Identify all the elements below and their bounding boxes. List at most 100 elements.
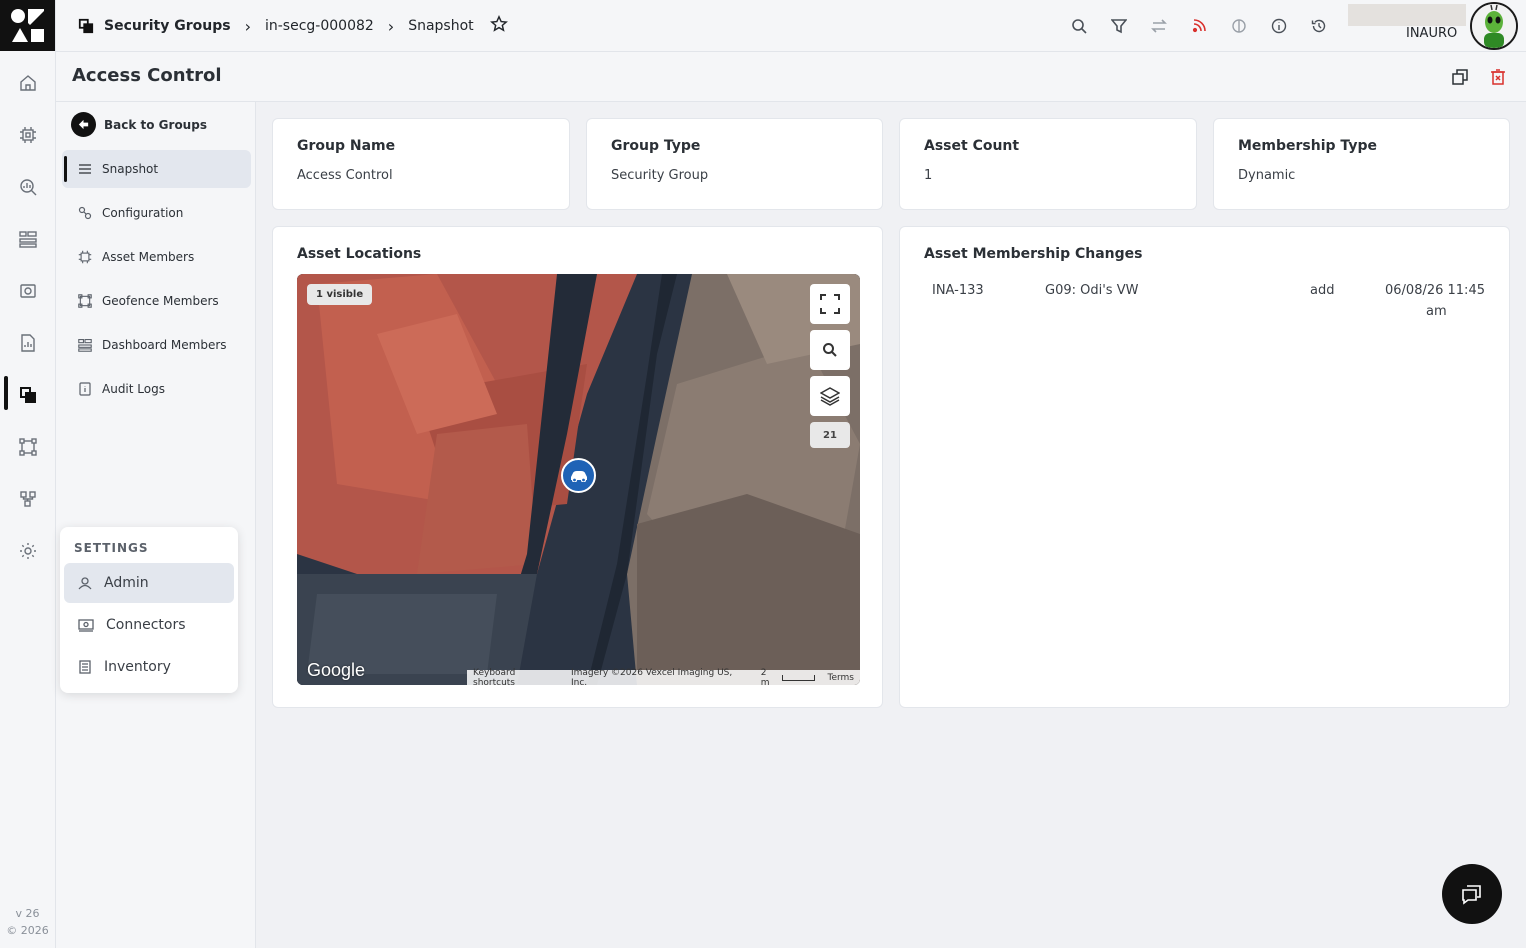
asset-name: G09: Odi's VW (1045, 283, 1139, 298)
layers-icon[interactable] (810, 376, 850, 416)
zoom-level: 21 (810, 422, 850, 448)
settings-item-admin[interactable]: Admin (64, 563, 234, 603)
settings-item-connectors[interactable]: Connectors (64, 605, 234, 645)
avatar[interactable] (1470, 2, 1518, 50)
report-icon[interactable] (14, 329, 42, 357)
group-subnav: Back to Groups Snapshot Configuration As… (56, 102, 256, 948)
history-icon[interactable] (1306, 13, 1332, 39)
card-title: Asset Locations (297, 246, 422, 262)
card-label: Asset Count (924, 138, 1020, 154)
dashboard-icon[interactable] (14, 225, 42, 253)
network-icon[interactable] (14, 485, 42, 513)
subnav-item-geofence-members[interactable]: Geofence Members (62, 282, 251, 320)
chat-button[interactable] (1442, 864, 1502, 924)
change-date: 06/08/26 11:45 (1385, 283, 1485, 298)
subnav-item-label: Geofence Members (102, 294, 219, 308)
settings-item-label: Admin (104, 575, 149, 591)
copy-icon[interactable] (1450, 67, 1470, 87)
card-label: Membership Type (1238, 138, 1377, 154)
settings-item-label: Inventory (104, 659, 171, 675)
chip-icon (78, 250, 92, 264)
geofence-icon[interactable] (14, 433, 42, 461)
vehicle-marker-icon[interactable] (561, 458, 596, 493)
analytics-icon[interactable] (14, 173, 42, 201)
top-actions (1066, 13, 1332, 39)
rss-icon[interactable] (1186, 13, 1212, 39)
chat-icon (1462, 885, 1481, 905)
subnav-item-configuration[interactable]: Configuration (62, 194, 251, 232)
version-label: v 26 (15, 907, 40, 920)
page-title: Access Control (72, 65, 222, 86)
home-icon[interactable] (14, 69, 42, 97)
settings-menu: SETTINGS Admin Connectors Inventory (60, 527, 238, 693)
delete-icon[interactable] (1488, 67, 1508, 87)
breadcrumb-current-page: Snapshot (408, 18, 474, 34)
admin-icon (78, 577, 92, 590)
settings-icon[interactable] (14, 537, 42, 565)
subnav-item-label: Asset Members (102, 250, 195, 264)
card-label: Group Name (297, 138, 396, 154)
list-icon (79, 164, 91, 174)
back-to-groups-label: Back to Groups (104, 117, 207, 132)
subnav-item-audit-logs[interactable]: Audit Logs (62, 370, 251, 408)
star-icon[interactable] (489, 15, 508, 37)
main-content: Group Name Access Control Group Type Sec… (256, 102, 1526, 948)
keyboard-shortcuts-link[interactable]: Keyboard shortcuts (473, 668, 559, 686)
subnav-item-dashboard-members[interactable]: Dashboard Members (62, 326, 251, 364)
arrow-left-icon (71, 112, 96, 137)
subnav-item-label: Dashboard Members (102, 338, 227, 352)
imagery-credit: Imagery ©2026 Vexcel Imaging US, Inc. (570, 667, 733, 686)
left-rail: v 26 © 2026 (0, 0, 56, 948)
breadcrumb-security-groups[interactable]: Security Groups (104, 18, 231, 34)
top-bar: Security Groups › in-secg-000082 › Snaps… (56, 0, 1526, 52)
app-logo[interactable] (0, 0, 55, 51)
card-title: Asset Membership Changes (924, 246, 1143, 262)
chevron-right-icon: › (244, 16, 251, 36)
group-type-card: Group Type Security Group (586, 118, 883, 210)
user-name[interactable]: INAURO (1406, 26, 1457, 41)
asset-map[interactable]: 1 visible 21 Google Keyboard shortcuts I… (297, 274, 860, 685)
card-value: 1 (924, 168, 933, 183)
change-action: add (1310, 283, 1335, 298)
visible-count-chip: 1 visible (307, 284, 373, 305)
transfer-icon[interactable] (1146, 13, 1172, 39)
dashboard-icon (78, 339, 92, 352)
breadcrumb-group-id[interactable]: in-secg-000082 (265, 18, 374, 34)
breadcrumb: Security Groups › in-secg-000082 › Snaps… (78, 0, 508, 52)
camera-icon[interactable] (14, 277, 42, 305)
chip-icon[interactable] (14, 121, 42, 149)
search-icon[interactable] (1066, 13, 1092, 39)
terms-link[interactable]: Terms (827, 673, 854, 683)
subnav-item-label: Snapshot (102, 162, 159, 176)
membership-type-card: Membership Type Dynamic (1213, 118, 1510, 210)
connector-icon (78, 619, 94, 632)
scale-label: 2 m (760, 667, 770, 686)
subnav-item-asset-members[interactable]: Asset Members (62, 238, 251, 276)
audit-log-icon (79, 382, 91, 396)
card-value: Access Control (297, 168, 393, 183)
card-value: Dynamic (1238, 168, 1296, 183)
page-header: Access Control (56, 52, 1526, 102)
filter-icon[interactable] (1106, 13, 1132, 39)
theme-icon[interactable] (1226, 13, 1252, 39)
google-logo: Google (307, 660, 366, 680)
card-value: Security Group (611, 168, 709, 183)
asset-locations-card: Asset Locations 1 visible 21 Google Keyb… (272, 226, 883, 708)
settings-item-inventory[interactable]: Inventory (64, 647, 234, 687)
groups-icon[interactable] (14, 381, 42, 409)
map-search-icon[interactable] (810, 330, 850, 370)
map-attribution: Keyboard shortcuts Imagery ©2026 Vexcel … (467, 667, 860, 686)
user-info-box (1348, 4, 1466, 26)
fullscreen-icon[interactable] (810, 284, 850, 324)
settings-title: SETTINGS (74, 541, 149, 555)
subnav-item-snapshot[interactable]: Snapshot (62, 150, 251, 188)
geofence-icon (78, 294, 92, 308)
info-icon[interactable] (1266, 13, 1292, 39)
card-label: Group Type (611, 138, 701, 154)
back-to-groups-button[interactable]: Back to Groups (71, 112, 207, 137)
rail-active-indicator (4, 376, 8, 410)
subnav-item-label: Audit Logs (102, 382, 165, 396)
subnav-item-label: Configuration (102, 206, 184, 220)
groups-icon (78, 18, 94, 34)
inventory-icon (79, 660, 91, 674)
